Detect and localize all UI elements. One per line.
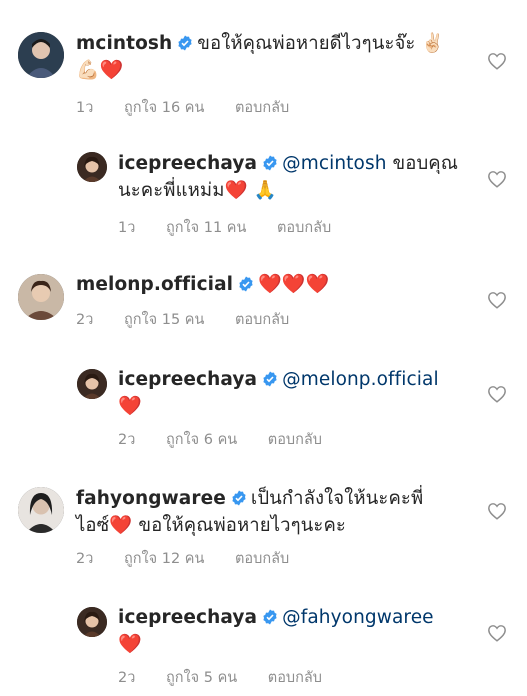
like-count[interactable]: ถูกใจ 15 คน <box>124 312 204 328</box>
comment-time: 2ว <box>76 551 94 567</box>
comment-time: 2ว <box>76 312 94 328</box>
username[interactable]: fahyongwaree <box>76 488 226 509</box>
comment-text-line2: นะคะพี่แหม่ม❤️ 🙏 <box>118 180 277 201</box>
comment-emoji: ❤️ <box>118 395 142 417</box>
like-count[interactable]: ถูกใจ 16 คน <box>124 100 204 116</box>
comment-text: ขอบคุณ <box>386 153 459 174</box>
like-count[interactable]: ถูกใจ 11 คน <box>166 220 246 236</box>
comment-text: เป็นกำลังใจให้นะคะพี่ <box>250 488 424 509</box>
comment-emoji: 💪🏻❤️ <box>76 59 124 81</box>
heart-outline-icon[interactable] <box>487 52 507 70</box>
comment-time: 2ว <box>118 432 136 448</box>
avatar[interactable] <box>18 274 64 320</box>
username[interactable]: icepreechaya <box>118 607 257 628</box>
comment-emoji: ❤️❤️❤️ <box>258 273 330 295</box>
like-count[interactable]: ถูกใจ 12 คน <box>124 551 204 567</box>
verified-badge-icon <box>177 32 193 51</box>
reply-button[interactable]: ตอบกลับ <box>268 432 322 448</box>
heart-outline-icon[interactable] <box>487 291 507 309</box>
avatar[interactable] <box>77 152 107 182</box>
heart-outline-icon[interactable] <box>487 624 507 642</box>
like-count[interactable]: ถูกใจ 6 คน <box>166 432 237 448</box>
comment-text-line2: ไอซ์❤️ ขอให้คุณพ่อหายไวๆนะคะ <box>76 515 346 536</box>
reply-button[interactable]: ตอบกลับ <box>235 551 289 567</box>
heart-outline-icon[interactable] <box>487 385 507 403</box>
comment-time: 2ว <box>118 670 136 686</box>
heart-outline-icon[interactable] <box>487 170 507 188</box>
comment-time: 1ว <box>76 100 94 116</box>
reply-button[interactable]: ตอบกลับ <box>277 220 331 236</box>
avatar[interactable] <box>77 607 107 637</box>
avatar[interactable] <box>77 369 107 399</box>
verified-badge-icon <box>262 606 278 625</box>
username[interactable]: icepreechaya <box>118 369 257 390</box>
heart-outline-icon[interactable] <box>487 502 507 520</box>
like-count[interactable]: ถูกใจ 5 คน <box>166 670 237 686</box>
verified-badge-icon <box>238 273 254 292</box>
reply-button[interactable]: ตอบกลับ <box>235 312 289 328</box>
avatar[interactable] <box>18 32 64 78</box>
comment-text: ขอให้คุณพ่อหายดีไวๆนะจ๊ะ ✌🏻 <box>197 33 445 54</box>
username[interactable]: melonp.official <box>76 274 233 295</box>
avatar[interactable] <box>18 487 64 533</box>
mention-link[interactable]: @mcintosh <box>282 153 386 174</box>
verified-badge-icon <box>262 368 278 387</box>
username[interactable]: mcintosh <box>76 33 172 54</box>
reply-button[interactable]: ตอบกลับ <box>268 670 322 686</box>
reply-button[interactable]: ตอบกลับ <box>235 100 289 116</box>
verified-badge-icon <box>231 487 247 506</box>
comment-time: 1ว <box>118 220 136 236</box>
verified-badge-icon <box>262 152 278 171</box>
comment-emoji: ❤️ <box>118 633 142 655</box>
mention-link[interactable]: @fahyongwaree <box>282 607 434 628</box>
mention-link[interactable]: @melonp.official <box>282 369 439 390</box>
username[interactable]: icepreechaya <box>118 153 257 174</box>
